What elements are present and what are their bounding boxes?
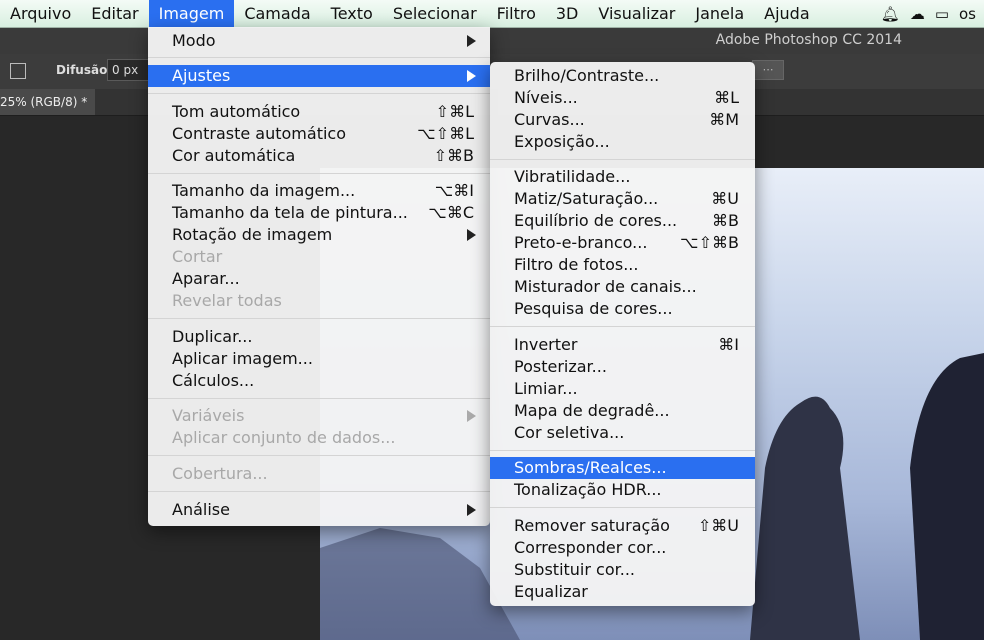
menu-item-vibratilidade[interactable]: Vibratilidade... [490,166,755,188]
menu-item-pesquisa-cores[interactable]: Pesquisa de cores... [490,298,755,320]
menu-item-tom-automatico[interactable]: Tom automático ⇧⌘L [148,101,490,123]
ajustes-submenu: Brilho/Contraste... Níveis... ⌘L Curvas..… [490,62,755,606]
menu-item-curvas[interactable]: Curvas... ⌘M [490,109,755,131]
difusao-label: Difusão: [56,63,113,77]
menu-texto[interactable]: Texto [321,0,383,27]
menu-item-aparar[interactable]: Aparar... [148,268,490,290]
menu-item-calculos[interactable]: Cálculos... [148,370,490,392]
menu-item-inverter[interactable]: Inverter ⌘I [490,334,755,356]
menu-item-cor-automatica[interactable]: Cor automática ⇧⌘B [148,145,490,167]
menu-item-contraste-automatico[interactable]: Contraste automático ⌥⇧⌘L [148,123,490,145]
menu-item-preto-branco[interactable]: Preto-e-branco... ⌥⇧⌘B [490,232,755,254]
menu-item-brilho-contraste[interactable]: Brilho/Contraste... [490,65,755,87]
menu-filtro[interactable]: Filtro [487,0,546,27]
menu-item-tonalizacao-hdr[interactable]: Tonalização HDR... [490,479,755,501]
submenu-arrow-icon [467,229,476,241]
menu-item-tamanho-tela[interactable]: Tamanho da tela de pintura... ⌥⌘C [148,202,490,224]
menu-item-mapa-degrade[interactable]: Mapa de degradê... [490,400,755,422]
refine-edge-button[interactable]: ⋯ [752,60,784,80]
app-title: Adobe Photoshop CC 2014 [715,32,902,48]
menu-item-sombras-realces[interactable]: Sombras/Realces... [490,457,755,479]
document-tab[interactable]: 25% (RGB/8) * [0,89,96,115]
menu-item-filtro-fotos[interactable]: Filtro de fotos... [490,254,755,276]
menu-item-revelar: Revelar todas [172,291,282,310]
menu-item-analise[interactable]: Análise [148,499,490,521]
menu-item-corresponder-cor[interactable]: Corresponder cor... [490,537,755,559]
menu-item-limiar[interactable]: Limiar... [490,378,755,400]
menu-bar: Arquivo Editar Imagem Camada Texto Selec… [0,0,984,28]
menu-item-equalizar[interactable]: Equalizar [490,581,755,603]
submenu-arrow-icon [467,410,476,422]
submenu-arrow-icon [467,504,476,516]
airplay-icon[interactable]: ▭ [935,5,949,23]
bell-icon[interactable]: 🔔︎ [881,5,900,23]
menu-item-variaveis: Variáveis [148,405,490,427]
menu-item-tamanho-imagem[interactable]: Tamanho da imagem... ⌥⌘I [148,180,490,202]
menu-item-aplicar-imagem[interactable]: Aplicar imagem... [148,348,490,370]
menu-item-cortar: Cortar [172,247,223,266]
menu-item-matiz-saturacao[interactable]: Matiz/Saturação... ⌘U [490,188,755,210]
menu-item-substituir-cor[interactable]: Substituir cor... [490,559,755,581]
imagem-menu: Modo Ajustes Tom automático ⇧⌘L Contraste… [148,27,490,526]
menu-item-cobertura: Cobertura... [172,464,268,483]
menu-item-exposicao[interactable]: Exposição... [490,131,755,153]
difusao-input[interactable]: 0 px [107,59,149,81]
menu-item-equilibrio-cores[interactable]: Equilíbrio de cores... ⌘B [490,210,755,232]
menu-item-duplicar[interactable]: Duplicar... [148,326,490,348]
menu-camada[interactable]: Camada [234,0,320,27]
menu-item-cor-seletiva[interactable]: Cor seletiva... [490,422,755,444]
menu-janela[interactable]: Janela [685,0,754,27]
cloud-icon[interactable]: ☁︎ [910,5,925,23]
menu-item-aplicar-conjunto: Aplicar conjunto de dados... [172,428,396,447]
menu-item-remover-saturacao[interactable]: Remover saturação ⇧⌘U [490,515,755,537]
menu-item-niveis[interactable]: Níveis... ⌘L [490,87,755,109]
menu-item-modo[interactable]: Modo [148,30,490,52]
menu-item-rotacao[interactable]: Rotação de imagem [148,224,490,246]
menu-selecionar[interactable]: Selecionar [383,0,487,27]
submenu-arrow-icon [467,70,476,82]
submenu-arrow-icon [467,35,476,47]
status-icons: 🔔︎ ☁︎ ▭ os [881,0,984,27]
menu-imagem[interactable]: Imagem [148,0,235,27]
menu-item-posterizar[interactable]: Posterizar... [490,356,755,378]
menu-item-ajustes[interactable]: Ajustes [148,65,490,87]
menu-3d[interactable]: 3D [546,0,589,27]
marquee-tool-icon[interactable] [10,63,26,79]
menu-visualizar[interactable]: Visualizar [588,0,685,27]
menu-ajuda[interactable]: Ajuda [754,0,820,27]
menu-arquivo[interactable]: Arquivo [0,0,81,27]
os-status-text[interactable]: os [959,5,976,23]
menu-item-misturador-canais[interactable]: Misturador de canais... [490,276,755,298]
menu-editar[interactable]: Editar [81,0,148,27]
